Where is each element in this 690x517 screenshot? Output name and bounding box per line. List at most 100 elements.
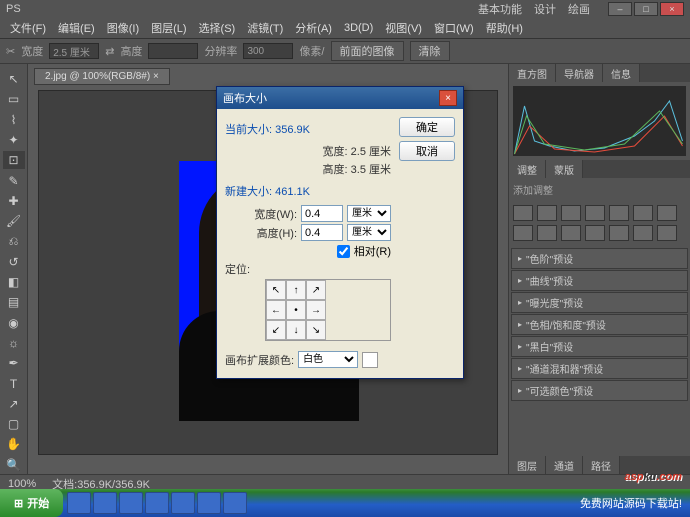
adj-vibrance-icon[interactable]	[609, 205, 629, 221]
tab-layers[interactable]: 图层	[509, 456, 546, 474]
eyedropper-tool[interactable]: ✎	[3, 171, 25, 189]
task-item[interactable]	[145, 492, 169, 514]
color-swatch[interactable]	[362, 352, 378, 368]
task-item[interactable]	[67, 492, 91, 514]
preset-row[interactable]: "通道混和器"预设	[511, 358, 688, 379]
height-unit-select[interactable]: 厘米	[347, 224, 391, 241]
top-link-paint[interactable]: 绘画	[568, 1, 590, 17]
zoom-tool[interactable]: 🔍	[3, 456, 25, 474]
adj-selcolor-icon[interactable]	[657, 225, 677, 241]
adj-brightness-icon[interactable]	[513, 205, 533, 221]
anchor-sw[interactable]: ↙	[266, 320, 286, 340]
top-link-basic[interactable]: 基本功能	[478, 1, 522, 17]
adj-exposure-icon[interactable]	[585, 205, 605, 221]
eraser-tool[interactable]: ◧	[3, 273, 25, 291]
hand-tool[interactable]: ✋	[3, 435, 25, 453]
tab-info[interactable]: 信息	[603, 64, 640, 82]
type-tool[interactable]: T	[3, 374, 25, 392]
preset-row[interactable]: "黑白"预设	[511, 336, 688, 357]
adj-bw-icon[interactable]	[657, 205, 677, 221]
preset-row[interactable]: "曝光度"预设	[511, 292, 688, 313]
menu-view[interactable]: 视图(V)	[379, 18, 428, 38]
minimize-button[interactable]: –	[608, 2, 632, 16]
menu-edit[interactable]: 编辑(E)	[52, 18, 101, 38]
anchor-grid[interactable]: ↖↑↗ ←•→ ↙↓↘	[265, 279, 391, 341]
move-tool[interactable]: ↖	[3, 70, 25, 88]
start-button[interactable]: ⊞开始	[0, 489, 63, 517]
menu-filter[interactable]: 滤镜(T)	[241, 18, 289, 38]
task-item[interactable]	[119, 492, 143, 514]
menu-window[interactable]: 窗口(W)	[428, 18, 480, 38]
adj-curves-icon[interactable]	[561, 205, 581, 221]
menu-file[interactable]: 文件(F)	[4, 18, 52, 38]
extension-color-select[interactable]: 白色	[298, 351, 358, 368]
lasso-tool[interactable]: ⌇	[3, 111, 25, 129]
swap-icon[interactable]: ⇄	[105, 45, 114, 58]
anchor-s[interactable]: ↓	[286, 320, 306, 340]
task-item[interactable]	[171, 492, 195, 514]
tab-channels[interactable]: 通道	[546, 456, 583, 474]
dialog-close-button[interactable]: ×	[439, 90, 457, 106]
zoom-value[interactable]: 100%	[8, 478, 36, 490]
width-input[interactable]	[301, 205, 343, 222]
document-tab[interactable]: 2.jpg @ 100%(RGB/8#) ×	[34, 68, 170, 85]
menu-image[interactable]: 图像(I)	[101, 18, 145, 38]
preset-row[interactable]: "色相/饱和度"预设	[511, 314, 688, 335]
anchor-nw[interactable]: ↖	[266, 280, 286, 300]
menu-layer[interactable]: 图层(L)	[145, 18, 192, 38]
opt-res-input[interactable]	[243, 43, 293, 59]
crop-tool[interactable]: ⊡	[3, 151, 25, 169]
dialog-titlebar[interactable]: 画布大小 ×	[217, 87, 463, 109]
relative-checkbox[interactable]	[337, 245, 350, 258]
anchor-w[interactable]: ←	[266, 300, 286, 320]
anchor-c[interactable]: •	[286, 300, 306, 320]
adj-gradmap-icon[interactable]	[633, 225, 653, 241]
preset-row[interactable]: "色阶"预设	[511, 248, 688, 269]
dodge-tool[interactable]: ☼	[3, 334, 25, 352]
height-input[interactable]	[301, 224, 343, 241]
ok-button[interactable]: 确定	[399, 117, 455, 137]
gradient-tool[interactable]: ▤	[3, 293, 25, 311]
menu-help[interactable]: 帮助(H)	[480, 18, 529, 38]
adj-invert-icon[interactable]	[561, 225, 581, 241]
adj-hue-icon[interactable]	[633, 205, 653, 221]
anchor-ne[interactable]: ↗	[306, 280, 326, 300]
blur-tool[interactable]: ◉	[3, 314, 25, 332]
adj-poster-icon[interactable]	[585, 225, 605, 241]
marquee-tool[interactable]: ▭	[3, 90, 25, 108]
task-item[interactable]	[93, 492, 117, 514]
cancel-button[interactable]: 取消	[399, 141, 455, 161]
preset-row[interactable]: "曲线"预设	[511, 270, 688, 291]
adj-thresh-icon[interactable]	[609, 225, 629, 241]
opt-width-input[interactable]	[49, 43, 99, 59]
shape-tool[interactable]: ▢	[3, 415, 25, 433]
opt-height-input[interactable]	[148, 43, 198, 59]
width-unit-select[interactable]: 厘米	[347, 205, 391, 222]
close-button[interactable]: ×	[660, 2, 684, 16]
adj-levels-icon[interactable]	[537, 205, 557, 221]
anchor-n[interactable]: ↑	[286, 280, 306, 300]
adj-mixer-icon[interactable]	[537, 225, 557, 241]
path-tool[interactable]: ↗	[3, 395, 25, 413]
opt-clear[interactable]: 清除	[410, 41, 450, 61]
tab-histogram[interactable]: 直方图	[509, 64, 556, 82]
maximize-button[interactable]: □	[634, 2, 658, 16]
top-link-design[interactable]: 设计	[534, 1, 556, 17]
opt-front-image[interactable]: 前面的图像	[331, 41, 404, 61]
task-item[interactable]	[197, 492, 221, 514]
wand-tool[interactable]: ✦	[3, 131, 25, 149]
tab-paths[interactable]: 路径	[583, 456, 620, 474]
stamp-tool[interactable]: ⎌	[3, 232, 25, 250]
adj-photo-icon[interactable]	[513, 225, 533, 241]
tab-navigator[interactable]: 导航器	[556, 64, 603, 82]
anchor-e[interactable]: →	[306, 300, 326, 320]
tab-masks[interactable]: 蒙版	[546, 160, 583, 178]
task-item[interactable]	[223, 492, 247, 514]
menu-select[interactable]: 选择(S)	[193, 18, 242, 38]
preset-row[interactable]: "可选颜色"预设	[511, 380, 688, 401]
brush-tool[interactable]: 🖌	[3, 212, 25, 230]
history-brush-tool[interactable]: ↺	[3, 253, 25, 271]
heal-tool[interactable]: ✚	[3, 192, 25, 210]
pen-tool[interactable]: ✒	[3, 354, 25, 372]
anchor-se[interactable]: ↘	[306, 320, 326, 340]
